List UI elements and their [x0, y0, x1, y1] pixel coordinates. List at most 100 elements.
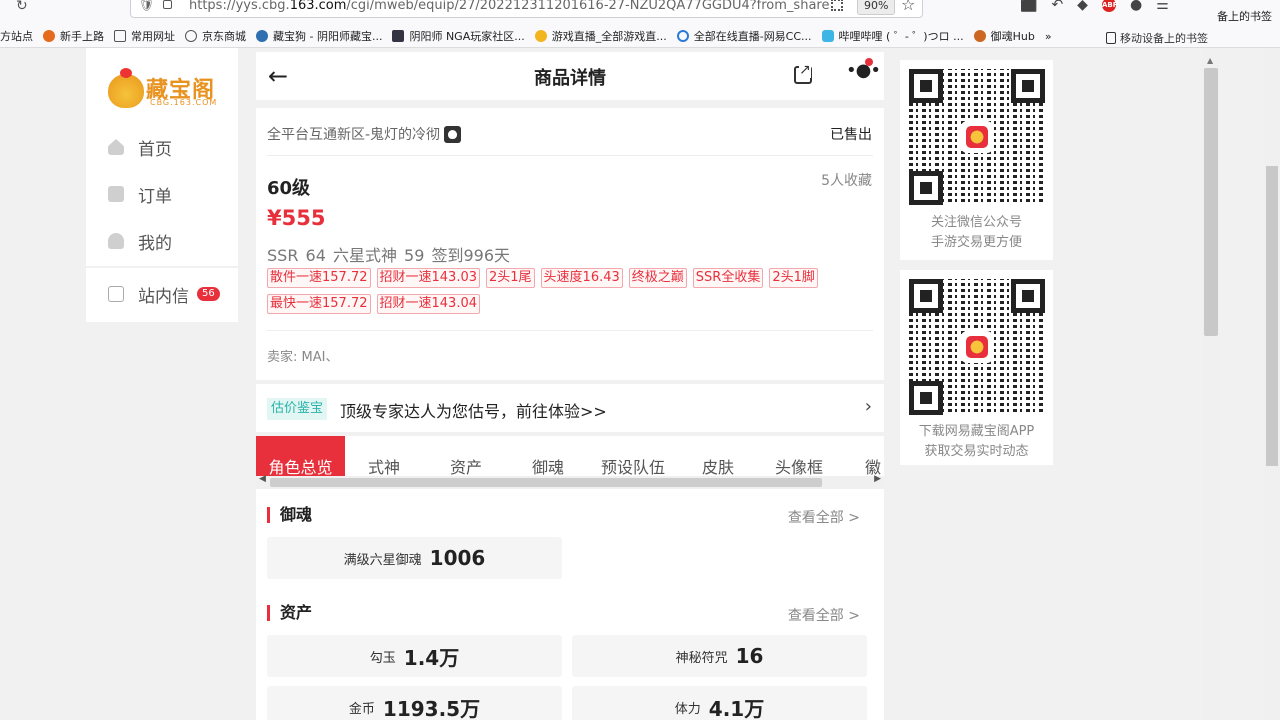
nav-label: 我的	[138, 233, 172, 254]
extension-globe-icon[interactable]: ●	[1130, 0, 1142, 13]
stat-value: 1.4万	[403, 645, 460, 670]
zoom-level[interactable]: 90%	[857, 0, 896, 15]
mobile-bookmarks[interactable]: 移动设备上的书签	[1106, 30, 1208, 46]
order-icon	[108, 186, 124, 202]
site-icon	[392, 30, 405, 42]
tab-preset-teams[interactable]: 预设队伍	[601, 436, 665, 476]
appraisal-banner[interactable]: 估价鉴宝 顶级专家达人为您估号，前往体验>> ›	[256, 384, 884, 432]
stat-value: 1193.5万	[382, 696, 481, 720]
bookmark-item[interactable]: 阴阳师 NGA玩家社区...	[392, 28, 525, 44]
cbg-logo[interactable]: 藏宝阁 CBG.163.COM	[108, 68, 220, 108]
stat-label: 金币	[348, 701, 375, 717]
shield-icon[interactable]: 🛡	[139, 0, 154, 12]
scrollbar-thumb[interactable]	[1266, 166, 1278, 466]
appraisal-tag: 估价鉴宝	[267, 398, 328, 420]
highlight-tag: 最快一速157.72	[267, 294, 371, 314]
qr-finder	[909, 171, 943, 205]
bookmark-label: 哔哩哔哩 ( ゜- ゜)つロ ...	[838, 30, 964, 43]
bookmarks-overflow[interactable]: »	[1045, 30, 1052, 43]
tab-skins[interactable]: 皮肤	[702, 436, 734, 476]
scroll-left-icon[interactable]: ◀	[259, 474, 266, 484]
bookmark-label: 御魂Hub	[990, 30, 1035, 43]
account-level: 60级	[267, 178, 311, 199]
share-icon[interactable]	[794, 62, 812, 84]
tab-shikigami[interactable]: 式神	[368, 436, 400, 476]
tab-assets[interactable]: 资产	[450, 436, 482, 476]
app-qr-card: 下载网易藏宝阁APP 获取交易实时动态	[900, 270, 1053, 465]
qr-caption: 关注微信公众号 手游交易更方便	[900, 213, 1053, 253]
qr-finder	[1011, 69, 1045, 103]
page-scrollbar[interactable]: ▲	[1202, 48, 1220, 720]
scroll-up-icon[interactable]: ▲	[1207, 56, 1213, 65]
address-bar[interactable]: 🛡 https://yys.cbg.163.com/cgi/mweb/equip…	[130, 0, 923, 18]
view-all-yuhun[interactable]: 查看全部 >	[788, 507, 860, 527]
seller-name[interactable]: 卖家: MAI、	[267, 346, 338, 365]
stat-gold[interactable]: 金币 1193.5万	[267, 686, 562, 720]
bookmark-item[interactable]: 藏宝狗 - 阴阳师藏宝...	[256, 28, 382, 44]
nav-mine[interactable]: 我的	[108, 226, 172, 256]
highlight-tag: 2头1脚	[769, 268, 818, 288]
bookmark-folder[interactable]: 常用网址	[114, 28, 175, 44]
wechat-qr-code	[909, 69, 1045, 205]
menu-icon[interactable]: ☰	[1156, 0, 1169, 13]
stat-magatama[interactable]: 勾玉 1.4万	[267, 635, 562, 677]
lock-icon[interactable]	[163, 0, 172, 9]
page-header: ← 商品详情 •●•	[256, 52, 884, 100]
qr-code-icon[interactable]	[831, 0, 843, 11]
overview-content: 御魂 查看全部 > 满级六星御魂 1006 资产 查看全部 > 勾玉 1.4万 …	[256, 489, 884, 720]
unread-badge: 56	[197, 287, 220, 301]
stat-value: 1006	[429, 546, 486, 570]
stat-mystery-amulet[interactable]: 神秘符咒 16	[572, 635, 867, 677]
firefox-icon	[43, 30, 55, 42]
adblock-icon[interactable]: ABP	[1101, 0, 1118, 12]
folder-icon	[114, 30, 126, 42]
bookmark-item[interactable]: 御魂Hub	[973, 28, 1035, 44]
mail-icon	[108, 286, 124, 302]
tab-overview[interactable]: 角色总览	[256, 436, 345, 476]
stat-stamina[interactable]: 体力 4.1万	[572, 686, 867, 720]
nav-home[interactable]: 首页	[108, 132, 172, 162]
scrollbar-thumb[interactable]	[270, 478, 822, 487]
tabs-scrollbar[interactable]: ◀ ▶	[256, 474, 884, 489]
second-window-bookmark[interactable]: 备上的书签	[1217, 8, 1272, 24]
sale-status: 已售出	[830, 127, 872, 143]
tab-yuhun[interactable]: 御魂	[532, 436, 564, 476]
stat-label: 满级六星御魂	[343, 552, 422, 568]
appraisal-text: 顶级专家达人为您估号，前往体验>>	[340, 402, 607, 421]
bookmark-label: 藏宝狗 - 阴阳师藏宝...	[273, 30, 383, 43]
bookmark-item[interactable]: 京东商城	[185, 28, 246, 44]
more-icon[interactable]: •●•	[846, 60, 881, 81]
bookmark-item[interactable]: 全部在线直播-网易CC...	[676, 28, 812, 44]
bookmark-label: 阴阳师 NGA玩家社区...	[409, 30, 525, 43]
bookmark-item[interactable]: 方站点	[0, 28, 33, 44]
bookmark-label: 方站点	[0, 30, 33, 43]
nav-inbox[interactable]: 站内信 56	[108, 279, 220, 309]
nav-orders[interactable]: 订单	[108, 179, 172, 209]
bookmark-star-icon[interactable]: ☆	[901, 0, 915, 14]
extension-icon[interactable]: ◆	[1077, 0, 1088, 13]
url-text[interactable]: https://yys.cbg.163.com/cgi/mweb/equip/2…	[189, 0, 829, 13]
bookmark-item[interactable]: 哔哩哔哩 ( ゜- ゜)つロ ...	[821, 28, 964, 44]
bookmark-item[interactable]: 游戏直播_全部游戏直...	[534, 28, 667, 44]
reload-icon[interactable]: ↻	[16, 0, 28, 14]
favorites-count[interactable]: 5人收藏	[821, 170, 872, 190]
mobile-bookmarks-label: 移动设备上的书签	[1120, 32, 1208, 45]
undo-icon[interactable]: ↶	[1051, 0, 1063, 13]
stat-value: 16	[735, 644, 764, 668]
scrollbar-thumb[interactable]	[1204, 68, 1218, 336]
stat-label: 勾玉	[369, 650, 396, 666]
chevron-right-icon: »	[1044, 29, 1052, 43]
tab-badges[interactable]: 徽	[865, 436, 881, 476]
view-all-assets[interactable]: 查看全部 >	[788, 605, 860, 625]
side-window-scrollbar[interactable]	[1264, 48, 1280, 720]
extension-puzzle-icon[interactable]: ⬛	[1020, 0, 1037, 13]
bookmark-item[interactable]: 新手上路	[43, 28, 104, 44]
bookmark-label: 新手上路	[60, 30, 104, 43]
netease-logo-icon	[961, 331, 993, 363]
globe-icon	[185, 30, 197, 42]
treasure-bag-icon	[108, 68, 144, 108]
tab-avatar-frames[interactable]: 头像框	[775, 436, 823, 476]
section-title-yuhun: 御魂	[267, 507, 312, 523]
scroll-right-icon[interactable]: ▶	[874, 474, 881, 484]
stat-yuhun[interactable]: 满级六星御魂 1006	[267, 537, 562, 579]
